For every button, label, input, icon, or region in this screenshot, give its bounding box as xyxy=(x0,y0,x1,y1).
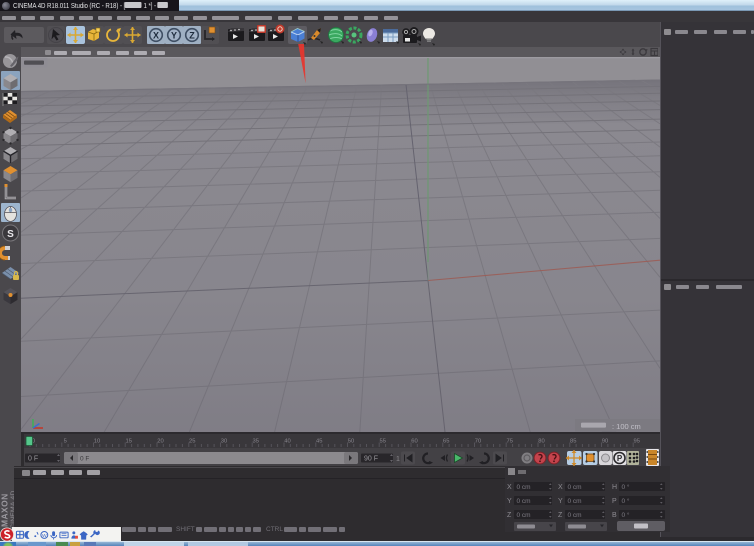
svg-text:20: 20 xyxy=(157,439,163,445)
svg-text:Z: Z xyxy=(558,512,563,519)
svg-text:W: W xyxy=(42,533,47,539)
svg-text:0 cm: 0 cm xyxy=(517,498,531,505)
svg-text:X: X xyxy=(507,484,512,491)
svg-text:75: 75 xyxy=(507,439,513,445)
svg-text:0 cm: 0 cm xyxy=(568,484,582,491)
svg-text:P: P xyxy=(612,498,617,505)
svg-text:65: 65 xyxy=(443,439,449,445)
svg-text:0 °: 0 ° xyxy=(622,497,630,505)
svg-text:5: 5 xyxy=(64,439,67,445)
svg-text:80: 80 xyxy=(538,439,544,445)
svg-text:X: X xyxy=(153,31,159,41)
svg-text:70: 70 xyxy=(475,439,481,445)
svg-text:50: 50 xyxy=(348,439,354,445)
svg-text:15: 15 xyxy=(126,439,132,445)
svg-text:30: 30 xyxy=(221,439,227,445)
svg-text:0 cm: 0 cm xyxy=(517,512,531,519)
svg-text:95: 95 xyxy=(634,439,640,445)
svg-text:10: 10 xyxy=(94,439,100,445)
svg-text:Z: Z xyxy=(189,31,195,41)
svg-text:P: P xyxy=(617,454,623,463)
svg-text:85: 85 xyxy=(570,439,576,445)
svg-text:0 cm: 0 cm xyxy=(568,498,582,505)
svg-text:45: 45 xyxy=(316,439,322,445)
svg-text:1: 1 xyxy=(396,456,400,463)
svg-text:Y: Y xyxy=(558,498,563,505)
svg-text:: 100 cm: : 100 cm xyxy=(612,422,641,431)
svg-text:55: 55 xyxy=(380,439,386,445)
svg-text:Y: Y xyxy=(171,31,177,41)
svg-text:MAXON: MAXON xyxy=(0,493,10,527)
svg-text:S: S xyxy=(7,229,14,240)
svg-text:0 °: 0 ° xyxy=(622,511,630,519)
svg-text:X: X xyxy=(558,484,563,491)
svg-text:0 F: 0 F xyxy=(28,456,38,463)
svg-text:0 cm: 0 cm xyxy=(568,512,582,519)
svg-text:Y: Y xyxy=(507,498,512,505)
svg-text:90: 90 xyxy=(602,439,608,445)
svg-text:Z: Z xyxy=(507,512,512,519)
svg-text:25: 25 xyxy=(189,439,195,445)
svg-text:H: H xyxy=(612,484,617,491)
svg-text:40: 40 xyxy=(284,439,290,445)
svg-text:35: 35 xyxy=(253,439,259,445)
svg-text:B: B xyxy=(612,512,617,519)
svg-text:0 °: 0 ° xyxy=(622,483,630,491)
svg-text:90 F: 90 F xyxy=(364,456,378,463)
svg-text:60: 60 xyxy=(411,439,417,445)
svg-text:0 F: 0 F xyxy=(80,456,89,463)
svg-text:0 cm: 0 cm xyxy=(517,484,531,491)
